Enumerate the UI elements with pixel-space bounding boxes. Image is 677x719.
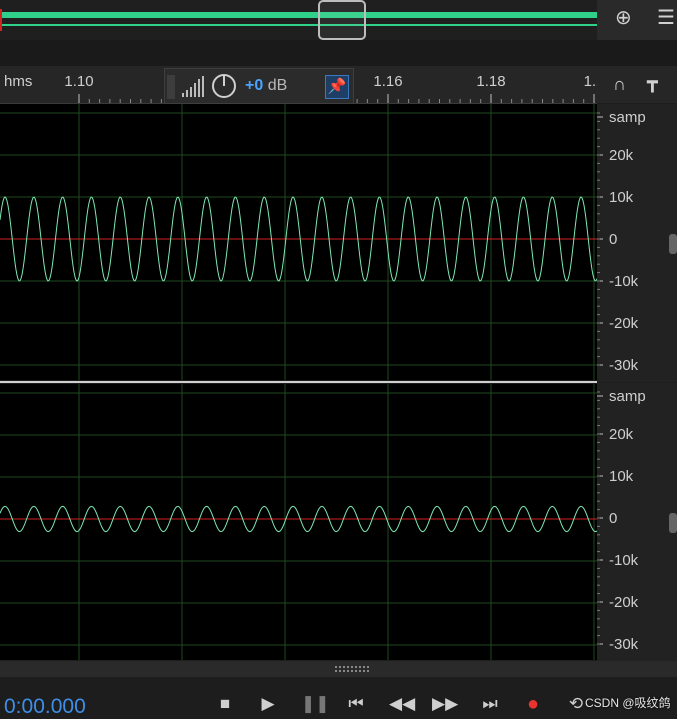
- skip-forward-icon: ⏭: [482, 694, 498, 713]
- scale-label: 10k: [609, 468, 634, 485]
- transport-bar: 0:00.000 ■ ▶ ❚❚ ⏮ ◀◀ ▶▶ ⏭ ● ⟲: [0, 677, 677, 719]
- marker-pin-icon[interactable]: ┳: [647, 72, 658, 92]
- waveform-channel-1[interactable]: [0, 104, 597, 380]
- fast-forward-icon: ▶▶: [432, 694, 459, 713]
- go-to-start-button[interactable]: ⏮: [344, 693, 368, 715]
- stop-icon: ■: [219, 694, 231, 713]
- scale-label: 20k: [609, 426, 634, 443]
- channel-2-waveform: [0, 384, 597, 660]
- scale-label: -20k: [609, 315, 639, 332]
- time-display[interactable]: 0:00.000: [4, 695, 86, 719]
- overview-strip[interactable]: [0, 0, 597, 40]
- overview-viewport-thumb[interactable]: [318, 0, 366, 40]
- gain-readout[interactable]: +0 dB: [245, 77, 287, 95]
- pause-button[interactable]: ❚❚: [301, 693, 330, 715]
- overview-tools: ⊕ ☰: [597, 0, 677, 40]
- go-to-end-button[interactable]: ⏭: [478, 693, 502, 715]
- overview-waveform: [0, 9, 597, 31]
- scrollbar-grip-icon[interactable]: [335, 666, 371, 672]
- ruler-tick-label: 1.16: [373, 73, 402, 90]
- ruler-tick-label: 1.18: [476, 73, 505, 90]
- ruler-unit-label: hms: [4, 73, 32, 90]
- volume-hud: +0 dB 📌: [164, 68, 354, 104]
- pause-icon: ❚❚: [301, 694, 330, 713]
- scale-label: 10k: [609, 189, 634, 206]
- ruler-right-tools: ∩ ┳: [597, 66, 677, 103]
- scale-label: 0: [609, 510, 617, 527]
- scale-label: -10k: [609, 273, 639, 290]
- scale-2-labels: samp 20k 10k 0 -10k -20k -30k: [597, 388, 646, 653]
- pin-hud-button[interactable]: 📌: [325, 75, 349, 99]
- scale-label: -30k: [609, 636, 639, 653]
- ruler-tick-label: 1.2: [584, 73, 597, 90]
- scale-label: -30k: [609, 357, 639, 374]
- scale-label: samp: [609, 109, 646, 126]
- gain-value: +0: [245, 77, 264, 94]
- fast-forward-button[interactable]: ▶▶: [432, 693, 459, 715]
- amplitude-scale-1[interactable]: samp 20k 10k 0 -10k -20k -30k: [597, 104, 677, 382]
- gain-unit: dB: [267, 77, 288, 94]
- toolbar-band: [0, 40, 677, 67]
- channel-separator: [0, 381, 597, 383]
- gain-knob[interactable]: [211, 73, 237, 99]
- level-meter-icon: [182, 76, 204, 97]
- horizontal-scrollbar[interactable]: [0, 661, 677, 677]
- pin-icon: 📌: [327, 78, 347, 95]
- loop-icon: ⟲: [568, 694, 584, 713]
- play-button[interactable]: ▶: [256, 693, 280, 715]
- scale-label: 20k: [609, 147, 634, 164]
- watermark: CSDN @吸纹鸽: [585, 696, 671, 710]
- rewind-button[interactable]: ◀◀: [389, 693, 416, 715]
- scale-label: 0: [609, 231, 617, 248]
- scale-label: -10k: [609, 552, 639, 569]
- hud-drag-handle[interactable]: [167, 75, 175, 99]
- scale-1-handle[interactable]: [669, 234, 677, 254]
- record-button[interactable]: ●: [521, 693, 545, 715]
- scale-1-labels: samp 20k 10k 0 -10k -20k -30k: [597, 109, 646, 374]
- panel-menu-icon[interactable]: ☰: [657, 8, 675, 28]
- record-icon: ●: [526, 693, 540, 715]
- stop-button[interactable]: ■: [213, 693, 237, 715]
- rewind-icon: ◀◀: [389, 694, 416, 713]
- skip-back-icon: ⏮: [348, 694, 364, 713]
- amplitude-scale-2[interactable]: samp 20k 10k 0 -10k -20k -30k: [597, 383, 677, 661]
- scale-label: -20k: [609, 594, 639, 611]
- waveform-channel-2[interactable]: [0, 384, 597, 660]
- headphones-icon[interactable]: ∩: [613, 74, 626, 94]
- zoom-navigator-icon[interactable]: ⊕: [615, 8, 632, 28]
- ruler-tick-label: 1.10: [64, 73, 93, 90]
- scale-label: samp: [609, 388, 646, 405]
- channel-1-waveform: [0, 104, 597, 380]
- scale-2-handle[interactable]: [669, 513, 677, 533]
- play-icon: ▶: [261, 694, 275, 713]
